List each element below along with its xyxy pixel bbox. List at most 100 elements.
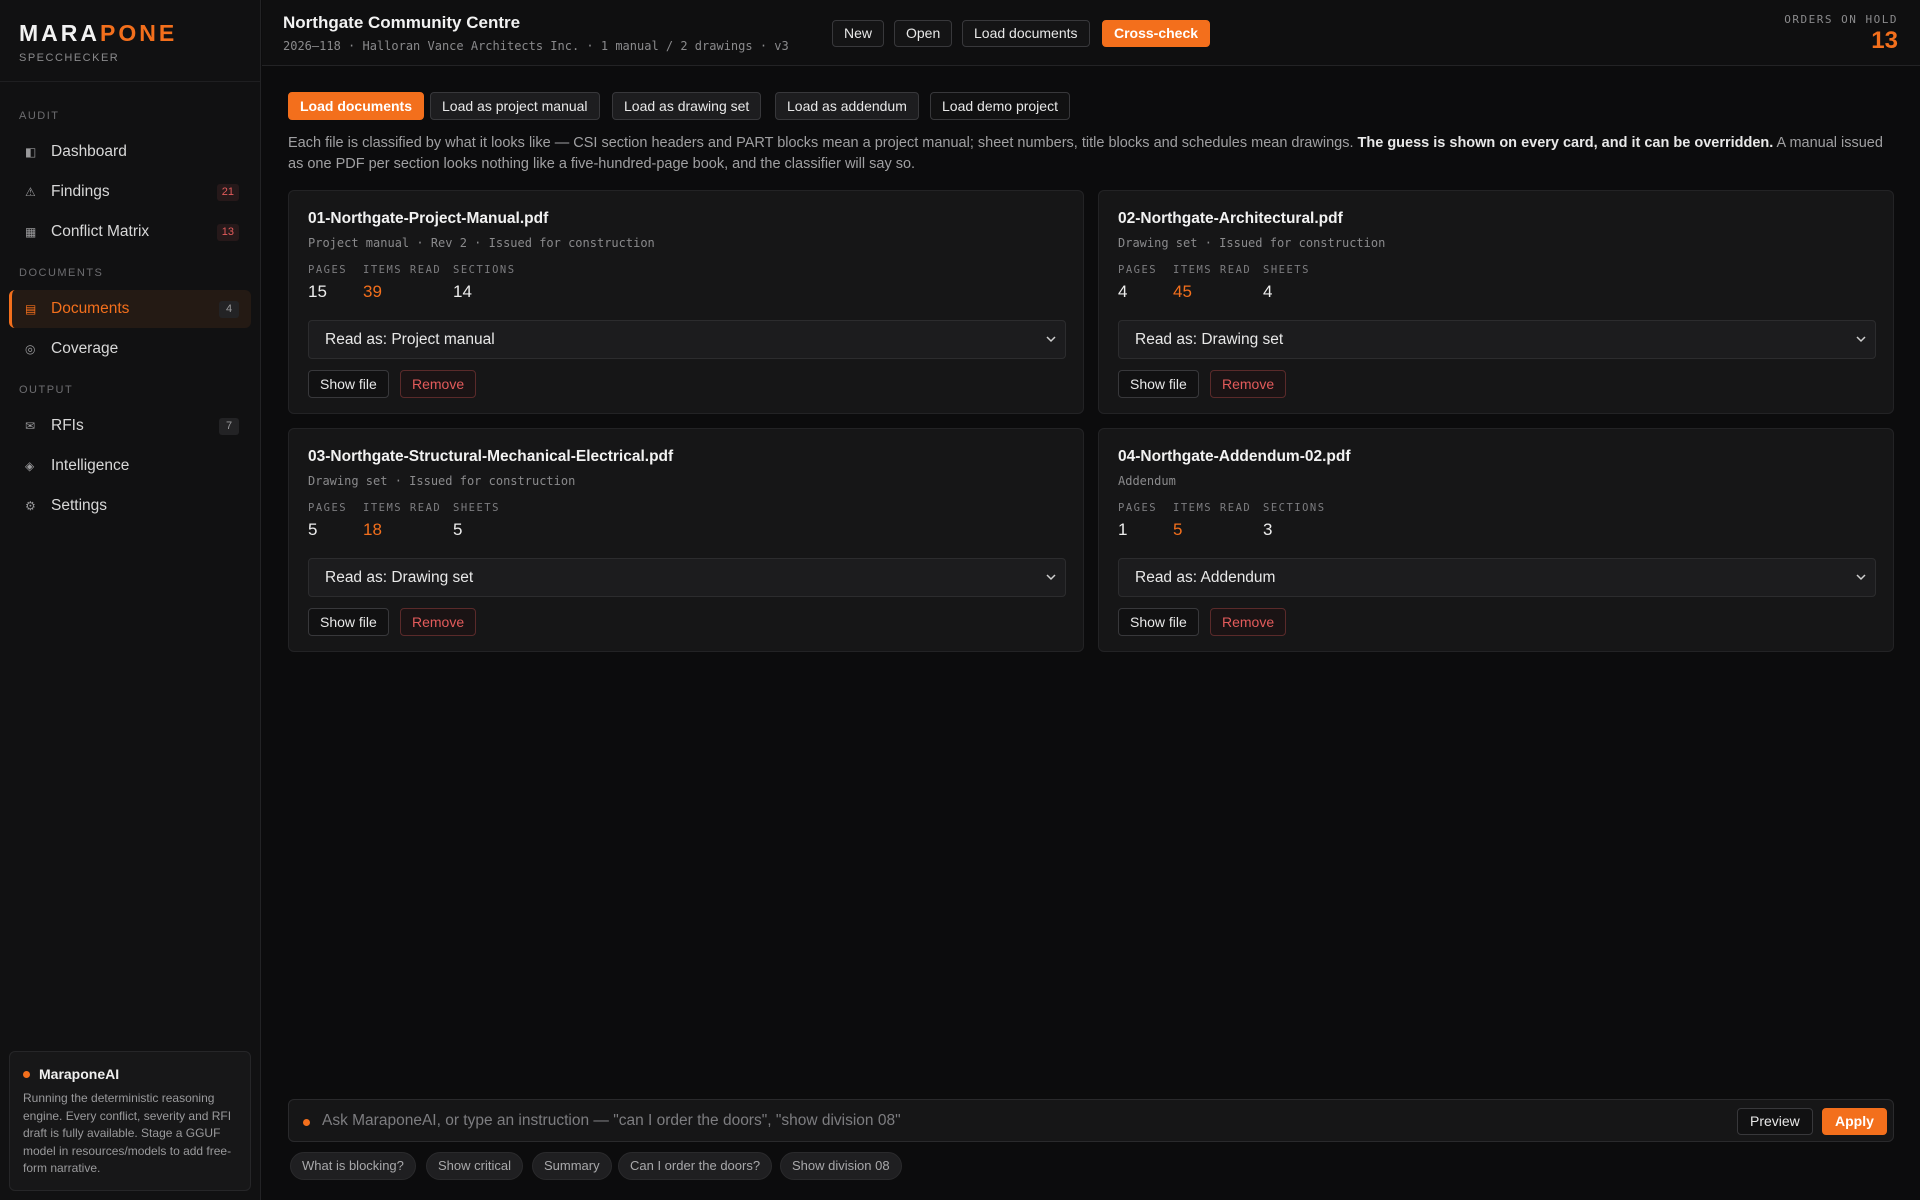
sidebar-item-coverage[interactable]: ◎ Coverage	[9, 330, 251, 368]
project-title: Northgate Community Centre	[283, 13, 521, 32]
ai-status-title: MaraponeAI	[23, 1066, 237, 1082]
read-as-select[interactable]: Read as: Drawing set	[1118, 320, 1876, 359]
header-load-documents-button[interactable]: Load documents	[962, 20, 1090, 47]
chevron-down-icon	[1046, 574, 1056, 581]
stat-sheets: SHEETS 5	[453, 502, 500, 539]
ai-dot-icon	[303, 1119, 310, 1126]
read-as-select[interactable]: Read as: Drawing set	[308, 558, 1066, 597]
stat-pages: PAGES 1	[1118, 502, 1158, 539]
documents-icon: ▤	[25, 302, 37, 316]
remove-button[interactable]: Remove	[1210, 370, 1287, 398]
stat-items-read: ITEMS READ 39	[363, 264, 442, 301]
brand-logo[interactable]: MARAPONE	[19, 20, 241, 47]
remove-button[interactable]: Remove	[400, 370, 477, 398]
sidebar: MARAPONE SPECCHECKER AUDIT ◧ Dashboard ⚠…	[0, 0, 261, 1200]
sidebar-item-documents[interactable]: ▤ Documents 4	[9, 290, 251, 328]
sidebar-item-settings[interactable]: ⚙ Settings	[9, 487, 251, 525]
stat-items-read: ITEMS READ 45	[1173, 264, 1252, 301]
header: Northgate Community Centre 2026–118 · Ha…	[262, 0, 1920, 66]
document-card: 01-Northgate-Project-Manual.pdf Project …	[288, 190, 1084, 414]
document-type: Drawing set · Issued for construction	[308, 474, 576, 488]
diamond-icon: ◈	[25, 459, 35, 473]
document-name: 02-Northgate-Architectural.pdf	[1118, 210, 1343, 227]
read-as-select[interactable]: Read as: Addendum	[1118, 558, 1876, 597]
load-drawing-set-button[interactable]: Load as drawing set	[612, 92, 762, 120]
conflict-matrix-badge: 13	[216, 224, 239, 241]
target-icon: ◎	[25, 342, 36, 356]
stat-pages: PAGES 15	[308, 264, 348, 301]
load-addendum-button[interactable]: Load as addendum	[775, 92, 919, 120]
stat-sections: SECTIONS 14	[453, 264, 516, 301]
stat-sheets: SHEETS 4	[1263, 264, 1310, 301]
nav-section-output: OUTPUT	[19, 384, 74, 396]
chevron-down-icon	[1046, 336, 1056, 343]
show-file-button[interactable]: Show file	[308, 608, 389, 636]
sidebar-item-findings[interactable]: ⚠ Findings 21	[9, 173, 251, 211]
stat-items-read: ITEMS READ 18	[363, 502, 442, 539]
orders-on-hold-label: ORDERS ON HOLD	[1784, 13, 1898, 26]
ai-status-text: Running the deterministic reasoning engi…	[23, 1091, 232, 1175]
nav-section-documents: DOCUMENTS	[19, 267, 104, 279]
sidebar-item-label: Coverage	[51, 340, 119, 357]
chevron-down-icon	[1856, 574, 1866, 581]
brand-subtitle: SPECCHECKER	[19, 52, 120, 64]
rfis-badge: 7	[219, 418, 239, 435]
warning-icon: ⚠	[25, 185, 36, 199]
sidebar-item-label: Intelligence	[51, 457, 130, 474]
chip-order-doors[interactable]: Can I order the doors?	[618, 1152, 773, 1180]
read-as-select[interactable]: Read as: Project manual	[308, 320, 1066, 359]
document-name: 01-Northgate-Project-Manual.pdf	[308, 210, 549, 227]
chip-summary[interactable]: Summary	[532, 1152, 612, 1180]
documents-badge: 4	[219, 301, 239, 318]
open-button[interactable]: Open	[894, 20, 953, 47]
findings-badge: 21	[216, 184, 239, 201]
sidebar-item-dashboard[interactable]: ◧ Dashboard	[9, 133, 251, 171]
status-dot-icon	[23, 1070, 30, 1078]
mail-icon: ✉	[25, 419, 36, 433]
load-documents-button[interactable]: Load documents	[288, 92, 425, 120]
sidebar-item-label: Findings	[51, 183, 110, 200]
document-card: 04-Northgate-Addendum-02.pdf Addendum PA…	[1098, 428, 1894, 652]
stat-pages: PAGES 4	[1118, 264, 1158, 301]
document-card: 03-Northgate-Structural-Mechanical-Elect…	[288, 428, 1084, 652]
new-button[interactable]: New	[832, 20, 885, 47]
document-name: 03-Northgate-Structural-Mechanical-Elect…	[308, 448, 674, 465]
ai-status-card: MaraponeAI Running the deterministic rea…	[9, 1051, 251, 1191]
sidebar-item-intelligence[interactable]: ◈ Intelligence	[9, 447, 251, 485]
sidebar-item-label: Conflict Matrix	[51, 223, 150, 240]
sidebar-item-label: Settings	[51, 497, 108, 514]
stat-items-read: ITEMS READ 5	[1173, 502, 1252, 539]
dashboard-icon: ◧	[25, 145, 37, 159]
gear-icon: ⚙	[25, 499, 36, 513]
nav-section-audit: AUDIT	[19, 110, 60, 122]
stat-pages: PAGES 5	[308, 502, 348, 539]
preview-button[interactable]: Preview	[1737, 1108, 1813, 1135]
remove-button[interactable]: Remove	[400, 608, 477, 636]
sidebar-item-label: RFIs	[51, 417, 84, 434]
document-type: Drawing set · Issued for construction	[1118, 236, 1386, 250]
remove-button[interactable]: Remove	[1210, 608, 1287, 636]
chip-show-division-08[interactable]: Show division 08	[780, 1152, 902, 1180]
classification-intro: Each file is classified by what it looks…	[288, 135, 1883, 172]
grid-icon: ▦	[25, 225, 37, 239]
document-name: 04-Northgate-Addendum-02.pdf	[1118, 448, 1351, 465]
orders-on-hold-value: 13	[1871, 27, 1898, 54]
ask-bar: Preview Apply	[288, 1099, 1894, 1142]
chip-what-is-blocking[interactable]: What is blocking?	[290, 1152, 416, 1180]
show-file-button[interactable]: Show file	[1118, 608, 1199, 636]
chevron-down-icon	[1856, 336, 1866, 343]
chip-show-critical[interactable]: Show critical	[426, 1152, 523, 1180]
apply-button[interactable]: Apply	[1822, 1108, 1887, 1135]
sidebar-item-rfis[interactable]: ✉ RFIs 7	[9, 407, 251, 445]
load-demo-project-button[interactable]: Load demo project	[930, 92, 1070, 120]
sidebar-item-label: Dashboard	[51, 143, 127, 160]
document-type: Project manual · Rev 2 · Issued for cons…	[308, 236, 655, 250]
brand: MARAPONE SPECCHECKER	[0, 0, 260, 82]
document-card: 02-Northgate-Architectural.pdf Drawing s…	[1098, 190, 1894, 414]
cross-check-button[interactable]: Cross-check	[1102, 20, 1211, 47]
sidebar-item-conflict-matrix[interactable]: ▦ Conflict Matrix 13	[9, 213, 251, 251]
show-file-button[interactable]: Show file	[1118, 370, 1199, 398]
show-file-button[interactable]: Show file	[308, 370, 389, 398]
load-project-manual-button[interactable]: Load as project manual	[430, 92, 600, 120]
ask-input[interactable]	[322, 1109, 1622, 1133]
